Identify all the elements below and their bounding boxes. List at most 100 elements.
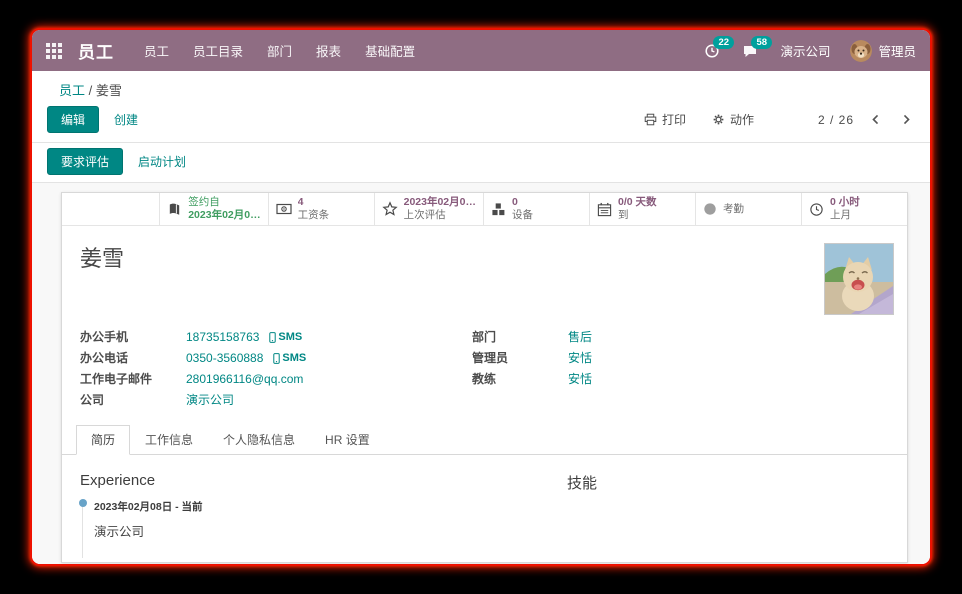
stat-attendance-button[interactable]: 考勤: [695, 193, 801, 225]
nav-item-directory[interactable]: 员工目录: [193, 41, 243, 60]
user-menu[interactable]: 管理员: [850, 40, 916, 62]
activity-badge: 22: [713, 36, 734, 50]
edit-button[interactable]: 编辑: [47, 106, 99, 133]
stat-timeoff-button[interactable]: 0/0 天数 到: [589, 193, 695, 225]
breadcrumb-separator: /: [89, 83, 93, 98]
timeline-dot: [79, 499, 87, 507]
stat-appraisal-button[interactable]: 2023年02月0… 上次评估: [374, 193, 483, 225]
cubes-icon: [491, 202, 506, 217]
top-navbar: 员工 员工 员工目录 部门 报表 基础配置 22 58: [32, 30, 930, 71]
stat-label: 上次评估: [404, 209, 476, 222]
sms-button[interactable]: SMS: [269, 327, 302, 348]
work-phone-link[interactable]: 0350-3560888: [186, 348, 263, 369]
pager-count: 2 / 26: [818, 113, 854, 127]
activity-clock-icon[interactable]: 22: [704, 43, 722, 59]
stat-equipment-button[interactable]: 0 设备: [483, 193, 589, 225]
nav-item-departments[interactable]: 部门: [267, 41, 292, 60]
control-panel: 编辑 创建 打印: [32, 100, 930, 143]
content-area: 签约自 2023年02月0… 4 工资条: [32, 183, 930, 564]
employee-photo[interactable]: [824, 243, 894, 315]
create-button[interactable]: 创建: [114, 111, 138, 128]
field-group-right: 部门 售后 管理员 安恬 教练 安恬: [472, 327, 889, 411]
stat-value: 0/0 天数: [618, 196, 657, 209]
company-link[interactable]: 演示公司: [186, 390, 234, 411]
employee-form-sheet: 签约自 2023年02月0… 4 工资条: [61, 192, 908, 563]
calendar-icon: [597, 202, 612, 217]
clock-icon: [809, 202, 824, 217]
nav-item-employees[interactable]: 员工: [144, 41, 169, 60]
field-manager: 管理员 安恬: [472, 348, 889, 369]
manager-link[interactable]: 安恬: [568, 348, 592, 369]
app-title: 员工: [78, 38, 114, 63]
breadcrumb-current: 姜雪: [96, 83, 122, 98]
nav-item-configuration[interactable]: 基础配置: [365, 41, 415, 60]
skills-section: 技能: [550, 472, 889, 558]
stat-hours-button[interactable]: 0 小时 上月: [801, 193, 907, 225]
stat-label: 到: [618, 209, 657, 222]
avatar: [850, 40, 872, 62]
experience-title: Experience: [80, 472, 550, 489]
coach-link[interactable]: 安恬: [568, 369, 592, 390]
stat-contract-button[interactable]: 签约自 2023年02月0…: [159, 193, 267, 225]
mobile-icon: [273, 353, 280, 364]
field-work-email: 工作电子邮件 2801966116@qq.com: [80, 369, 472, 390]
tab-work-info[interactable]: 工作信息: [130, 425, 208, 455]
stat-payslips-button[interactable]: 4 工资条: [268, 193, 374, 225]
work-mobile-link[interactable]: 18735158763: [186, 327, 259, 348]
field-department: 部门 售后: [472, 327, 889, 348]
field-work-phone: 办公电话 0350-3560888 SMS: [80, 348, 472, 369]
sms-button[interactable]: SMS: [273, 348, 306, 369]
department-link[interactable]: 售后: [568, 327, 592, 348]
skills-title: 技能: [567, 472, 889, 493]
stat-label: 考勤: [723, 203, 744, 216]
book-icon: [167, 202, 182, 217]
pager-next-button[interactable]: [897, 113, 916, 126]
stat-button-row: 签约自 2023年02月0… 4 工资条: [62, 193, 907, 226]
circle-icon: [703, 202, 717, 216]
field-group-left: 办公手机 18735158763 SMS 办公电话 0350-3560888: [80, 327, 472, 411]
systray: 22 58 演示公司: [704, 40, 916, 62]
tab-resume[interactable]: 简历: [76, 425, 130, 455]
statusbar: 要求评估 启动计划: [32, 143, 930, 183]
resume-tab-content: Experience 2023年02月08日 - 当前 演示公司 技能: [62, 455, 907, 558]
stat-value: 4: [298, 196, 330, 209]
stat-value: 2023年02月0…: [404, 196, 476, 209]
chevron-right-icon: [901, 113, 912, 126]
breadcrumb: 员工 / 姜雪: [32, 71, 930, 100]
stat-label: 签约自: [188, 196, 260, 209]
mobile-icon: [269, 332, 276, 343]
work-email-link[interactable]: 2801966116@qq.com: [186, 369, 303, 390]
tab-hr-settings[interactable]: HR 设置: [310, 425, 385, 455]
field-company: 公司 演示公司: [80, 390, 472, 411]
stat-label: 设备: [512, 209, 533, 222]
cp-tools: 打印 动作: [644, 111, 754, 128]
print-button[interactable]: 打印: [644, 111, 686, 128]
company-name: 演示公司: [780, 41, 830, 60]
timeline-company: 演示公司: [94, 521, 550, 540]
banknote-icon: [276, 202, 292, 216]
app-window: 员工 员工 员工目录 部门 报表 基础配置 22 58: [30, 28, 932, 566]
timeline-date: 2023年02月08日 - 当前: [94, 499, 550, 514]
request-appraisal-button[interactable]: 要求评估: [47, 148, 123, 175]
star-icon: [382, 201, 398, 217]
company-menu[interactable]: 演示公司: [780, 41, 830, 60]
timeline-item: 2023年02月08日 - 当前 演示公司: [82, 499, 550, 558]
launch-plan-button[interactable]: 启动计划: [138, 153, 186, 170]
stat-value: 2023年02月0…: [188, 209, 260, 222]
employee-name: 姜雪: [80, 241, 907, 273]
apps-menu-icon[interactable]: [46, 43, 62, 59]
tab-private-info[interactable]: 个人隐私信息: [208, 425, 310, 455]
action-button[interactable]: 动作: [712, 111, 754, 128]
pager: 2 / 26: [818, 113, 916, 127]
notebook-tabs: 简历 工作信息 个人隐私信息 HR 设置: [62, 424, 907, 455]
gear-icon: [712, 113, 725, 126]
breadcrumb-root-link[interactable]: 员工: [59, 83, 85, 98]
message-badge: 58: [751, 36, 772, 50]
pager-previous-button[interactable]: [866, 113, 885, 126]
nav-item-reports[interactable]: 报表: [316, 41, 341, 60]
field-coach: 教练 安恬: [472, 369, 889, 390]
stat-value: 0 小时: [830, 196, 860, 209]
chat-bubble-icon[interactable]: 58: [742, 43, 760, 59]
printer-icon: [644, 113, 657, 126]
stat-value: 0: [512, 196, 533, 209]
